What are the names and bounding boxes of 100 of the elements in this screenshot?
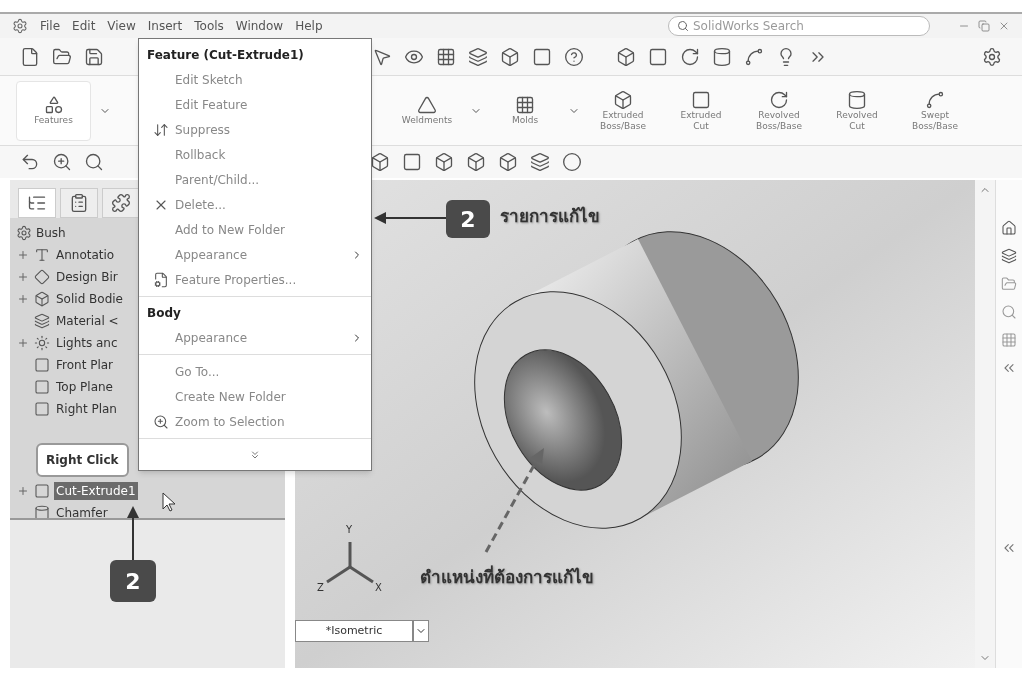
menu-item[interactable]: Window	[235, 17, 284, 35]
options-icon[interactable]	[982, 46, 1002, 67]
menu-item[interactable]: Tools	[194, 17, 224, 35]
menu-item[interactable]: File	[40, 17, 61, 35]
box-icon[interactable]	[616, 46, 636, 67]
pointer-arrow	[126, 506, 140, 562]
shapes-icon	[43, 95, 64, 115]
shaded-icon[interactable]	[466, 152, 486, 172]
letter-icon	[34, 247, 50, 263]
previous-view-icon[interactable]	[20, 152, 40, 172]
triad-axis-label: Z	[317, 581, 324, 595]
view-orientation-field[interactable]: *Isometric	[295, 620, 413, 642]
save-icon[interactable]	[84, 46, 104, 67]
step-number: 2	[110, 560, 156, 602]
square-icon[interactable]	[648, 46, 668, 67]
expand-icon[interactable]	[17, 485, 29, 497]
panel-tab[interactable]	[18, 188, 56, 218]
wireframe-icon[interactable]	[370, 152, 390, 172]
step-number: 2	[446, 200, 490, 238]
tree-item[interactable]: Cut-Extrude1	[54, 482, 138, 500]
help-icon[interactable]	[564, 46, 584, 67]
menu-item[interactable]: Appearance	[175, 245, 248, 264]
menu-item[interactable]: Suppress	[175, 120, 230, 139]
annotation-text: ตำแหน่งที่ต้องการแก้ไข	[420, 565, 594, 589]
search-icon	[677, 20, 689, 32]
command-button[interactable]: Molds	[490, 80, 560, 141]
menu-item[interactable]: Delete...	[175, 195, 226, 214]
menu-item[interactable]: Create New Folder	[175, 387, 286, 406]
curve-icon[interactable]	[744, 46, 764, 67]
menu-item[interactable]: Add to New Folder	[175, 220, 285, 239]
command-button[interactable]: Revolved Boss/Base	[744, 80, 814, 141]
menu-item[interactable]: Edit Sketch	[175, 70, 243, 89]
tree-item[interactable]: Material <	[54, 312, 121, 330]
tree-item[interactable]: Top Plane	[54, 378, 115, 396]
box-icon[interactable]	[500, 46, 520, 67]
right-click-callout: Right Click	[36, 443, 129, 477]
menu-item[interactable]: Insert	[147, 17, 183, 35]
command-button[interactable]: Weldments	[392, 80, 462, 141]
panel-tab[interactable]	[60, 188, 98, 218]
menu-item[interactable]: Appearance	[175, 328, 248, 347]
curve-icon	[925, 89, 945, 110]
expand-icon[interactable]	[17, 337, 29, 349]
command-button[interactable]: Features	[16, 80, 91, 141]
puzzle-icon	[111, 193, 131, 213]
expand-menu-icon[interactable]	[249, 448, 261, 461]
rotate-icon[interactable]	[680, 46, 700, 67]
search-field[interactable]: SolidWorks Search	[668, 16, 930, 36]
menu-item[interactable]: Edit	[72, 17, 96, 35]
tree-item[interactable]: Annotatio	[54, 246, 117, 264]
tree-item[interactable]: Chamfer	[54, 504, 110, 522]
command-button[interactable]: Swept Boss/Base	[900, 80, 970, 141]
open-folder-icon[interactable]	[52, 46, 72, 67]
shaded-edges-icon[interactable]	[434, 152, 454, 172]
zoom-area-icon[interactable]	[84, 152, 104, 172]
cylinder-icon[interactable]	[712, 46, 732, 67]
hidden-lines-icon[interactable]	[402, 152, 422, 172]
tree-item[interactable]: Design Bir	[54, 268, 120, 286]
plane-icon	[34, 379, 50, 395]
menu-item[interactable]: Feature Properties...	[175, 270, 297, 289]
plane-icon	[34, 401, 50, 417]
triad-axis-label: X	[375, 581, 382, 595]
command-button[interactable]: Extruded Boss/Base	[588, 80, 658, 141]
expand-icon[interactable]	[17, 271, 29, 283]
menu-item[interactable]: Help	[295, 17, 323, 35]
menu-item[interactable]: Rollback	[175, 145, 226, 164]
home-icon[interactable]	[1001, 220, 1017, 236]
zoom-fit-icon[interactable]	[52, 152, 72, 172]
tree-root-label[interactable]: Bush	[36, 224, 66, 242]
command-button[interactable]: Extruded Cut	[666, 80, 736, 141]
new-file-icon[interactable]	[20, 46, 40, 67]
menu-item[interactable]: Edit Feature	[175, 95, 248, 114]
panel-tab[interactable]	[102, 188, 140, 218]
close-icon[interactable]	[998, 20, 1010, 32]
library-icon[interactable]	[1001, 248, 1017, 264]
expand-icon[interactable]	[17, 249, 29, 261]
tree-item[interactable]: Solid Bodie	[54, 290, 125, 308]
layers-icon[interactable]	[468, 46, 488, 67]
layers-icon	[34, 313, 50, 329]
section-icon[interactable]	[498, 152, 518, 172]
expand-icon[interactable]	[17, 293, 29, 305]
grid-icon[interactable]	[436, 46, 456, 67]
search-input[interactable]: SolidWorks Search	[693, 17, 921, 35]
window-icon[interactable]	[532, 46, 552, 67]
part-icon	[16, 225, 32, 241]
beam-icon	[417, 95, 437, 115]
menu-item[interactable]: Go To...	[175, 362, 220, 381]
menu-item[interactable]: Parent/Child...	[175, 170, 260, 189]
tree-item[interactable]: Lights anc	[54, 334, 120, 352]
display-icon[interactable]	[530, 152, 550, 172]
annotation-text: รายการแก้ไข	[500, 205, 600, 228]
context-menu-title: Feature (Cut-Extrude1)	[146, 47, 305, 64]
tree-item[interactable]: Right Plan	[54, 400, 119, 418]
menu-item[interactable]: View	[107, 17, 136, 35]
tree-item[interactable]: Front Plar	[54, 356, 116, 374]
rotate-icon	[769, 89, 789, 110]
square-icon	[691, 89, 711, 110]
scene-icon[interactable]	[562, 152, 582, 172]
command-button[interactable]: Revolved Cut	[822, 80, 892, 141]
search-icon[interactable]	[1001, 304, 1017, 320]
menu-item[interactable]: Zoom to Selection	[175, 412, 285, 431]
